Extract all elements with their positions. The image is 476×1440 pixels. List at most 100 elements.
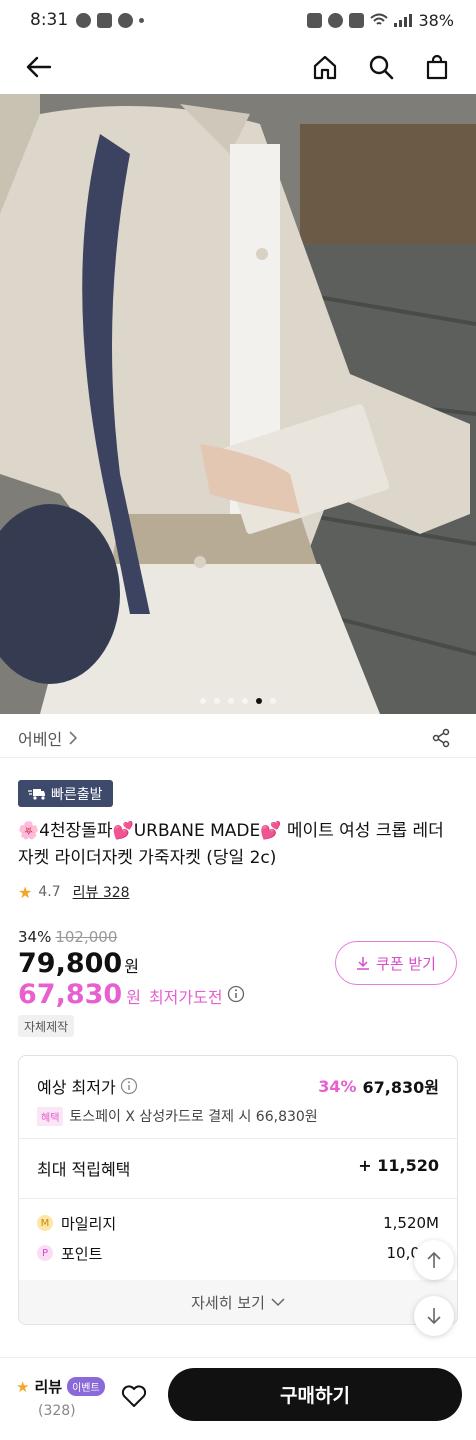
home-icon (313, 55, 337, 80)
carousel-dot (228, 698, 234, 704)
sale-price-value: 79,800 (18, 948, 123, 979)
currency-label: 원 (124, 957, 139, 976)
battery-percent: 38% (418, 10, 454, 30)
benefit-tag: 혜택 (37, 1106, 64, 1126)
download-icon (357, 957, 370, 970)
scroll-bottom-button[interactable] (414, 1296, 454, 1336)
expected-price-section: 예상 최저가 34% 67,830원 혜택 토스페이 X 삼성카드로 결제 시 … (19, 1056, 457, 1126)
product-image-carousel[interactable] (0, 94, 476, 714)
reward-item-mileage: M 마일리지 1,520M (37, 1208, 439, 1238)
carousel-dot (200, 698, 206, 704)
brand-link[interactable]: 어베인 (18, 726, 78, 750)
more-dot-icon (139, 17, 145, 23)
carousel-dot (214, 698, 220, 704)
rating-row: ★ 4.7 리뷰 328 (18, 880, 130, 904)
cloud-icon (118, 12, 134, 28)
share-icon (432, 728, 450, 748)
search-button[interactable] (364, 50, 398, 84)
nfc-icon (307, 12, 323, 28)
back-button[interactable] (22, 50, 56, 84)
discount-rate: 34% (18, 928, 52, 946)
expected-price: 67,830원 (362, 1078, 439, 1097)
best-price-label: 최저가도전 (148, 988, 223, 1007)
see-more-button[interactable]: 자세히 보기 (19, 1280, 457, 1324)
mileage-icon: M (37, 1215, 53, 1231)
brand-name: 어베인 (18, 730, 63, 749)
cart-button[interactable] (420, 50, 454, 84)
arrow-up-icon (427, 1251, 441, 1268)
brand-row: 어베인 (0, 720, 476, 756)
heart-emoji-icon: 💕 (260, 821, 282, 841)
bottom-review-label: 리뷰 (34, 1378, 63, 1396)
wishlist-button[interactable] (118, 1380, 150, 1412)
expected-price-label: 예상 최저가 (37, 1078, 116, 1097)
fast-shipping-badge: 빠른출발 (18, 780, 113, 807)
arrow-left-icon (26, 56, 52, 78)
buy-button[interactable]: 구매하기 (168, 1368, 462, 1421)
bottom-action-bar: ★ 리뷰 이벤트 (328) 구매하기 (0, 1357, 476, 1440)
divider (19, 1138, 457, 1139)
arrow-down-icon (427, 1308, 441, 1325)
benefit-card: 예상 최저가 34% 67,830원 혜택 토스페이 X 삼성카드로 결제 시 … (18, 1055, 458, 1325)
share-button[interactable] (424, 721, 458, 755)
wifi-icon (370, 13, 389, 25)
star-icon: ★ (16, 1377, 30, 1396)
bottom-review-count: (328) (38, 1403, 76, 1419)
divider (0, 757, 476, 758)
carousel-dot (242, 698, 248, 704)
carousel-indicator (0, 698, 476, 704)
reward-item-point: P 포인트 10,000 (37, 1238, 439, 1268)
chevron-down-icon (271, 1298, 285, 1307)
self-made-tag: 자체제작 (18, 1015, 75, 1037)
fast-shipping-label: 빠른출발 (51, 786, 103, 803)
message-icon (76, 12, 92, 28)
product-photo (0, 94, 476, 714)
info-icon[interactable] (227, 985, 245, 1003)
star-icon: ★ (18, 882, 33, 902)
truck-icon (28, 788, 45, 800)
signal-icon (394, 13, 413, 27)
bottom-review-button[interactable]: ★ 리뷰 이벤트 (328) (16, 1376, 105, 1419)
chevron-right-icon (69, 731, 78, 745)
title-prefix: 🌸4천장돌파 (18, 821, 113, 841)
divider (19, 1198, 457, 1199)
coupon-button[interactable]: 쿠폰 받기 (335, 941, 457, 985)
max-reward-row: 최대 적립혜택 + 11,520 (37, 1156, 439, 1180)
shopping-bag-icon (426, 54, 448, 80)
alarm-icon (328, 12, 344, 28)
scroll-top-button[interactable] (414, 1240, 454, 1280)
carousel-dot-active (256, 698, 262, 704)
title-brand: URBANE MADE (133, 821, 261, 841)
status-bar: 8:31 38% (0, 0, 476, 40)
reward-label: 마일리지 (61, 1214, 117, 1233)
point-icon: P (37, 1245, 53, 1261)
reward-value: 1,520M (383, 1214, 439, 1232)
card-benefit-text: 토스페이 X 삼성카드로 결제 시 66,830원 (69, 1109, 318, 1125)
mute-icon (349, 12, 365, 28)
talk-icon (97, 12, 113, 28)
search-icon (369, 55, 394, 80)
reward-list: M 마일리지 1,520M P 포인트 10,000 (37, 1208, 439, 1268)
notification-icons (76, 12, 145, 28)
expected-rate: 34% (318, 1076, 357, 1096)
max-reward-label: 최대 적립혜택 (37, 1160, 131, 1179)
see-more-label: 자세히 보기 (191, 1293, 265, 1312)
product-title: 🌸4천장돌파💕URBANE MADE💕 메이트 여성 크롭 레더자켓 라이더자켓… (18, 818, 458, 872)
home-button[interactable] (308, 50, 342, 84)
status-time: 8:31 (30, 10, 69, 30)
heart-emoji-icon: 💕 (112, 821, 134, 841)
event-badge: 이벤트 (67, 1377, 105, 1396)
heart-icon (121, 1385, 147, 1407)
system-icons: 38% (307, 11, 454, 30)
best-price-value: 67,830 (18, 979, 123, 1010)
review-link[interactable]: 리뷰 328 (73, 882, 130, 902)
max-reward-value: + 11,520 (358, 1156, 439, 1175)
coupon-label: 쿠폰 받기 (376, 954, 436, 973)
original-price: 102,000 (55, 928, 118, 946)
top-nav-bar (0, 40, 476, 94)
carousel-dot (270, 698, 276, 704)
reward-label: 포인트 (61, 1244, 103, 1263)
info-icon[interactable] (120, 1077, 138, 1095)
currency-label: 원 (126, 988, 141, 1007)
rating-value: 4.7 (38, 884, 61, 900)
